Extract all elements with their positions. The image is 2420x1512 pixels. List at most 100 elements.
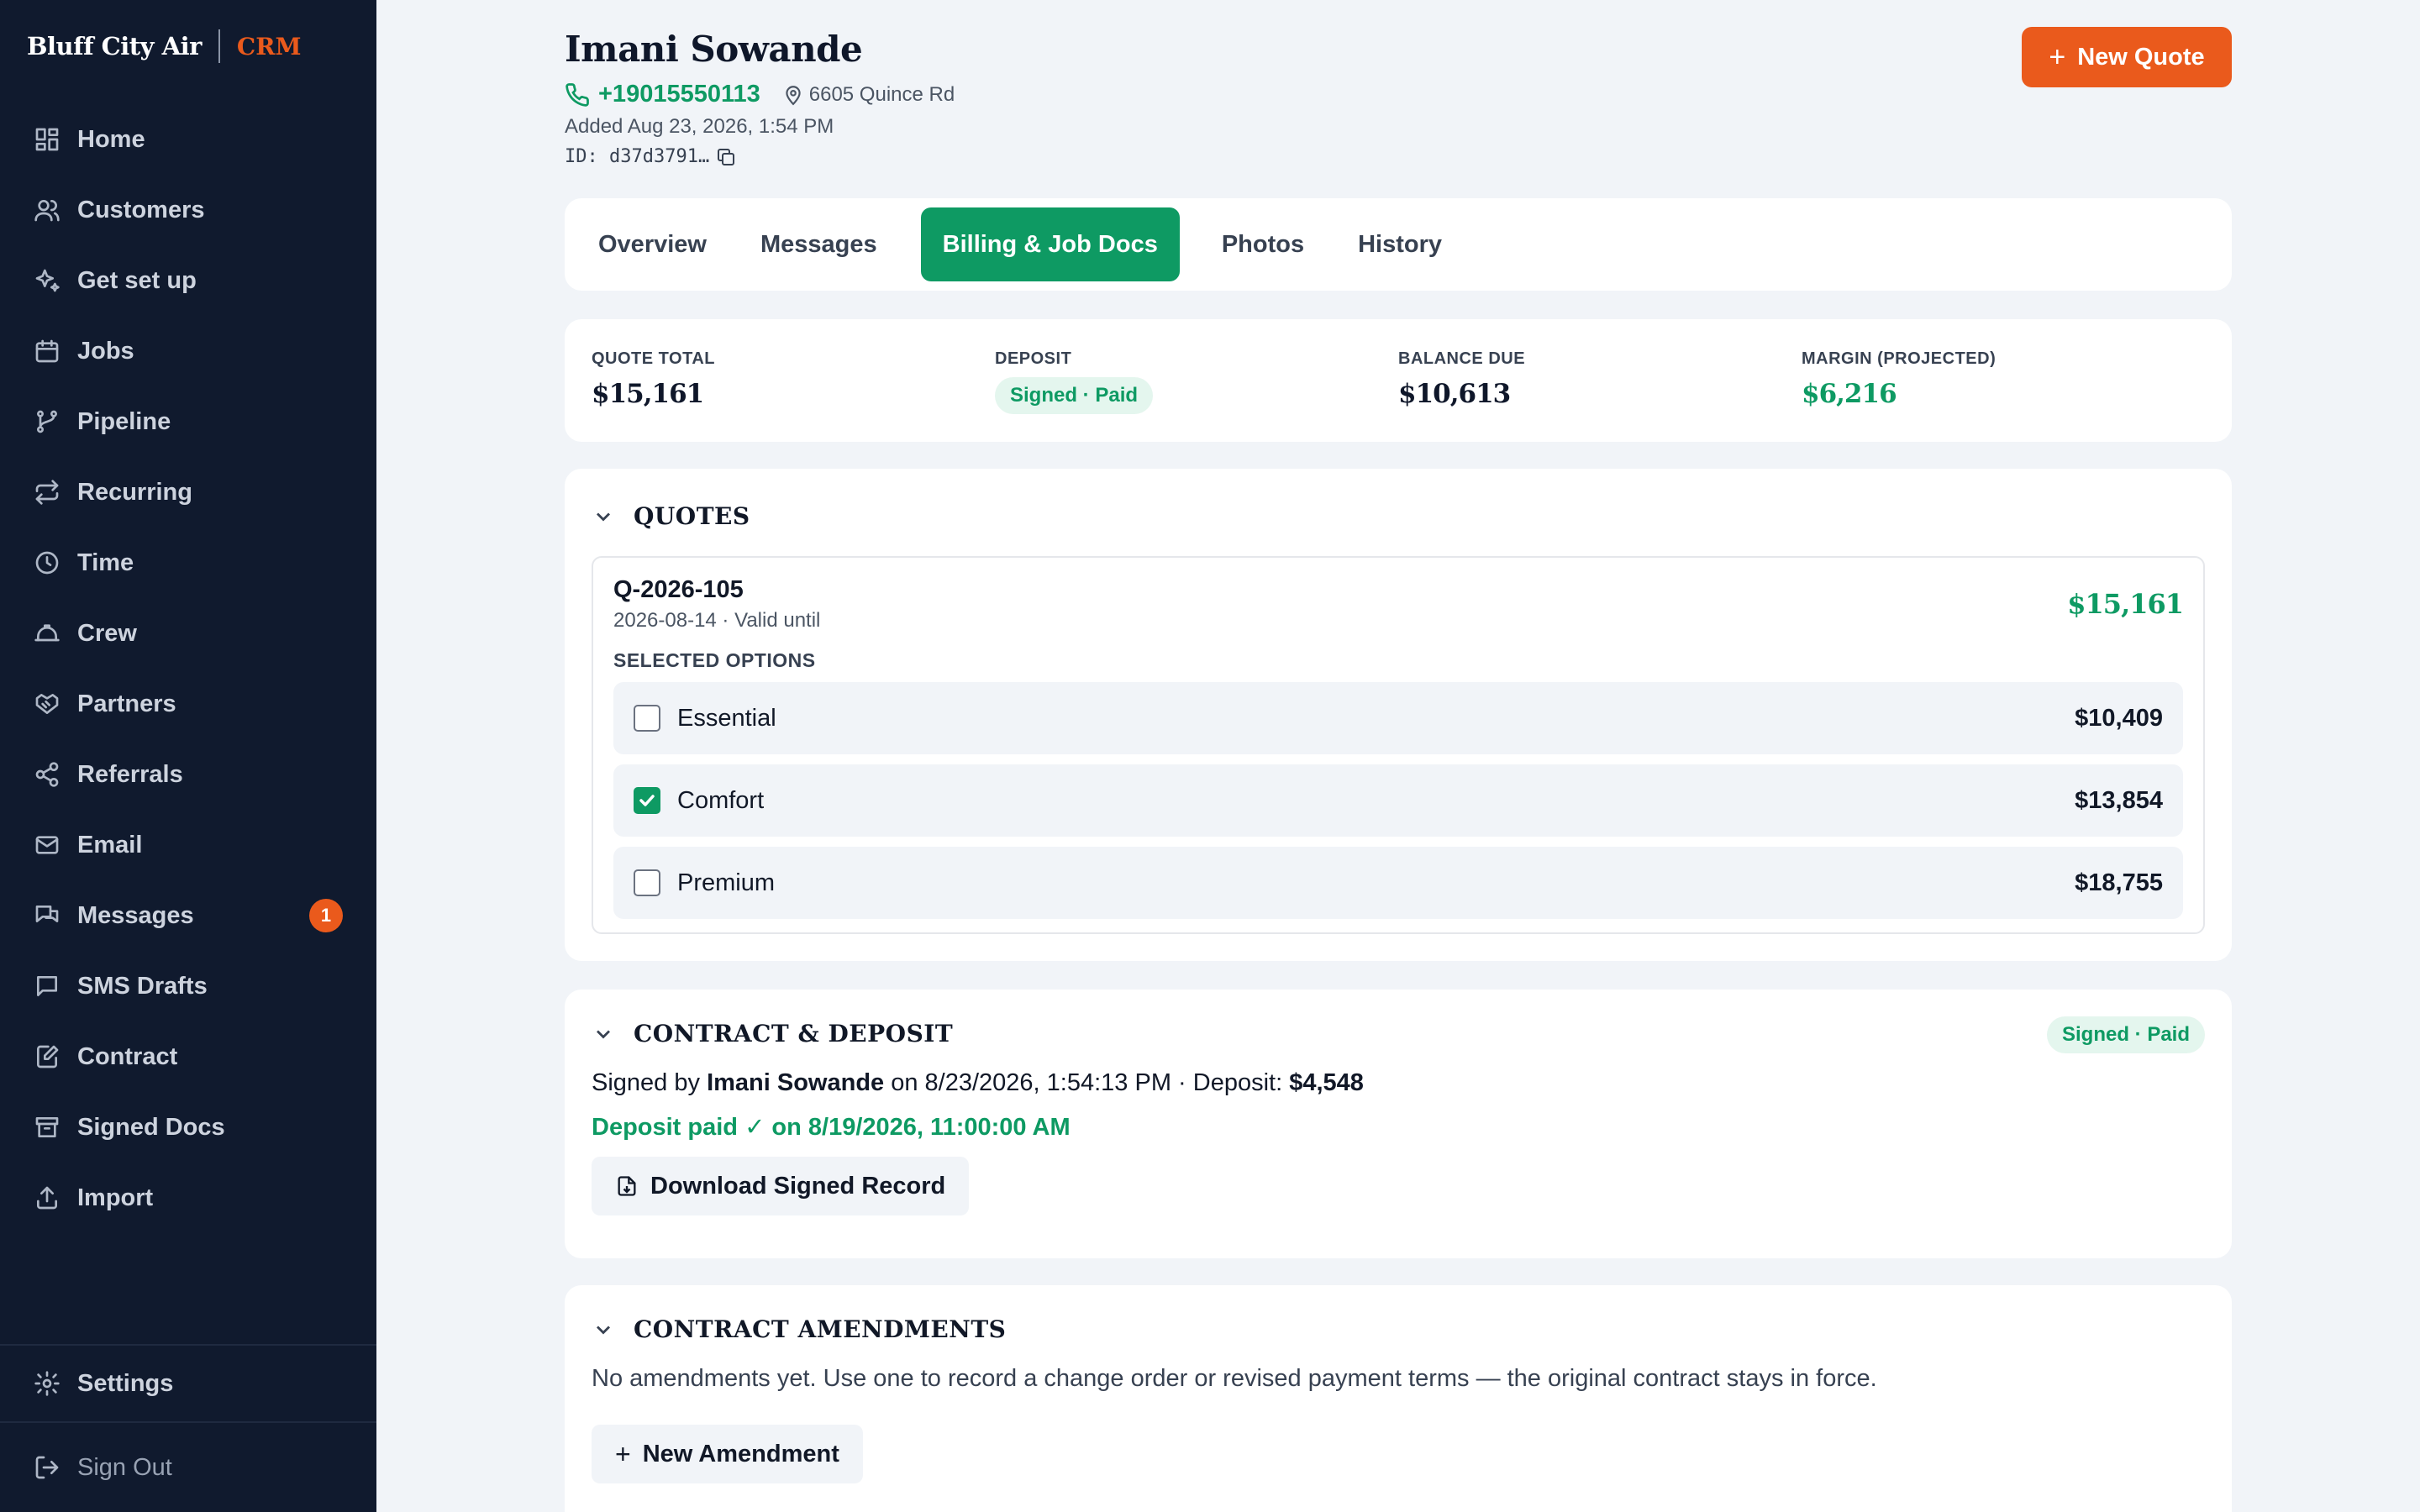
metric-label: DEPOSIT bbox=[995, 349, 1072, 368]
check-icon bbox=[639, 795, 655, 806]
sidebar-item-referrals[interactable]: Referrals bbox=[0, 739, 376, 810]
option-name: Comfort bbox=[677, 786, 765, 814]
deposit-paid-line: Deposit paid ✓ on 8/19/2026, 11:00:00 AM bbox=[592, 1114, 1071, 1141]
download-label: Download Signed Record bbox=[650, 1172, 946, 1200]
sidebar-item-label: Email bbox=[77, 831, 143, 858]
chevron-down-icon bbox=[597, 1326, 610, 1334]
plus-icon: + bbox=[2049, 40, 2066, 73]
option-name: Essential bbox=[677, 704, 776, 732]
contract-section: CONTRACT & DEPOSIT Signed · Paid Signed … bbox=[565, 990, 2232, 1258]
option-premium[interactable]: Premium $18,755 bbox=[613, 847, 2183, 919]
sidebar-item-label: Recurring bbox=[77, 478, 192, 506]
sidebar-item-label: Messages bbox=[77, 901, 194, 929]
option-checkbox[interactable] bbox=[634, 705, 660, 732]
main-content: Imani Sowande +19015550113 6605 Quince R… bbox=[376, 0, 2420, 1512]
sidebar-item-label: Customers bbox=[77, 196, 205, 223]
sidebar-item-partners[interactable]: Partners bbox=[0, 669, 376, 739]
option-checkbox[interactable] bbox=[634, 869, 660, 896]
sidebar-item-jobs[interactable]: Jobs bbox=[0, 316, 376, 386]
sidebar-item-get-set-up[interactable]: Get set up bbox=[0, 245, 376, 316]
sign-out-button[interactable]: Sign Out bbox=[0, 1423, 376, 1512]
sidebar-item-settings[interactable]: Settings bbox=[0, 1346, 376, 1421]
option-essential[interactable]: Essential $10,409 bbox=[613, 682, 2183, 754]
phone-link[interactable]: +19015550113 bbox=[565, 81, 760, 108]
sidebar-item-customers[interactable]: Customers bbox=[0, 175, 376, 245]
sidebar-item-recurring[interactable]: Recurring bbox=[0, 457, 376, 528]
customer-header: Imani Sowande +19015550113 6605 Quince R… bbox=[565, 0, 2232, 190]
tab-messages[interactable]: Messages bbox=[739, 207, 899, 281]
file-edit-icon bbox=[37, 1045, 59, 1068]
calendar-icon bbox=[35, 339, 59, 363]
tab-history[interactable]: History bbox=[1336, 207, 1464, 281]
customer-id: ID: d37d3791… bbox=[565, 146, 710, 167]
section-header[interactable]: QUOTES bbox=[592, 502, 2205, 530]
gear-icon bbox=[34, 1371, 60, 1396]
signed-prefix: Signed by bbox=[592, 1069, 700, 1096]
option-price: $18,755 bbox=[2075, 869, 2163, 896]
sidebar-item-label: Contract bbox=[77, 1042, 178, 1070]
sidebar-item-label: Signed Docs bbox=[77, 1113, 225, 1141]
sidebar-item-label: Crew bbox=[77, 619, 137, 647]
new-quote-button[interactable]: + New Quote bbox=[2022, 27, 2232, 87]
brand-logo[interactable]: Bluff City Air CRM bbox=[0, 0, 376, 92]
handshake-icon bbox=[35, 694, 59, 714]
sidebar-item-home[interactable]: Home bbox=[0, 104, 376, 175]
quote-card[interactable]: Q-2026-105 2026-08-14 · Valid until $15,… bbox=[592, 556, 2205, 934]
sidebar-item-messages[interactable]: Messages 1 bbox=[0, 880, 376, 951]
new-quote-label: New Quote bbox=[2077, 43, 2205, 71]
signed-info: Signed by Imani Sowande on 8/23/2026, 1:… bbox=[592, 1069, 2205, 1097]
sidebar-nav: Home Customers Get set up Jobs Pipeline … bbox=[0, 92, 376, 1233]
upload-icon bbox=[37, 1186, 57, 1210]
chevron-down-icon bbox=[597, 512, 610, 521]
section-header[interactable]: CONTRACT & DEPOSIT bbox=[592, 1020, 2205, 1047]
sparkle-icon bbox=[35, 269, 60, 292]
sidebar-item-signed-docs[interactable]: Signed Docs bbox=[0, 1092, 376, 1163]
sidebar-item-time[interactable]: Time bbox=[0, 528, 376, 598]
section-header[interactable]: CONTRACT AMENDMENTS bbox=[592, 1315, 2205, 1343]
sidebar-item-import[interactable]: Import bbox=[0, 1163, 376, 1233]
sidebar-item-email[interactable]: Email bbox=[0, 810, 376, 880]
sidebar-item-label: Time bbox=[77, 549, 134, 576]
clock-icon bbox=[35, 551, 59, 575]
sidebar-item-crew[interactable]: Crew bbox=[0, 598, 376, 669]
map-pin-icon bbox=[786, 85, 801, 105]
new-amendment-label: New Amendment bbox=[642, 1440, 839, 1467]
messages-unread-badge: 1 bbox=[309, 899, 343, 932]
sidebar-item-pipeline[interactable]: Pipeline bbox=[0, 386, 376, 457]
status-badge: Signed · Paid bbox=[995, 377, 1154, 414]
page-title: Imani Sowande bbox=[565, 29, 863, 70]
copy-icon[interactable] bbox=[716, 147, 736, 167]
sidebar-footer: Settings Sign Out bbox=[0, 1344, 376, 1512]
logout-icon bbox=[35, 1456, 59, 1479]
customer-id-row: ID: d37d3791… bbox=[565, 146, 736, 167]
sidebar-item-label: Partners bbox=[77, 690, 176, 717]
branch-icon bbox=[37, 410, 57, 433]
metric-label: MARGIN (PROJECTED) bbox=[1802, 349, 1996, 368]
sidebar-item-sms-drafts[interactable]: SMS Drafts bbox=[0, 951, 376, 1021]
sidebar-item-label: Import bbox=[77, 1184, 154, 1211]
brand-divider bbox=[218, 29, 220, 63]
quote-total: $15,161 bbox=[2067, 588, 2184, 620]
phone-icon bbox=[566, 82, 589, 107]
option-price: $10,409 bbox=[2075, 704, 2163, 732]
metric-label: QUOTE TOTAL bbox=[592, 349, 715, 368]
metric-value: $10,613 bbox=[1398, 379, 1511, 409]
metric-deposit: DEPOSIT Signed · Paid bbox=[995, 349, 1398, 442]
tab-photos[interactable]: Photos bbox=[1200, 207, 1326, 281]
metric-balance-due: BALANCE DUE $10,613 bbox=[1398, 349, 1802, 442]
option-checkbox[interactable] bbox=[634, 787, 660, 814]
tab-bar: Overview Messages Billing & Job Docs Pho… bbox=[565, 198, 2232, 291]
option-name: Premium bbox=[677, 869, 776, 896]
share-icon bbox=[35, 762, 59, 787]
sidebar: Bluff City Air CRM Home Customers Get se… bbox=[0, 0, 376, 1512]
sidebar-item-label: Settings bbox=[77, 1369, 174, 1397]
quotes-section: QUOTES Q-2026-105 2026-08-14 · Valid unt… bbox=[565, 469, 2232, 961]
repeat-icon bbox=[35, 480, 59, 505]
option-comfort[interactable]: Comfort $13,854 bbox=[613, 764, 2183, 837]
tab-billing-job-docs[interactable]: Billing & Job Docs bbox=[920, 207, 1180, 281]
chat-icon bbox=[35, 906, 59, 922]
tab-overview[interactable]: Overview bbox=[576, 207, 729, 281]
new-amendment-button[interactable]: + New Amendment bbox=[592, 1425, 863, 1483]
sidebar-item-contract[interactable]: Contract bbox=[0, 1021, 376, 1092]
download-signed-record-button[interactable]: Download Signed Record bbox=[592, 1157, 970, 1215]
